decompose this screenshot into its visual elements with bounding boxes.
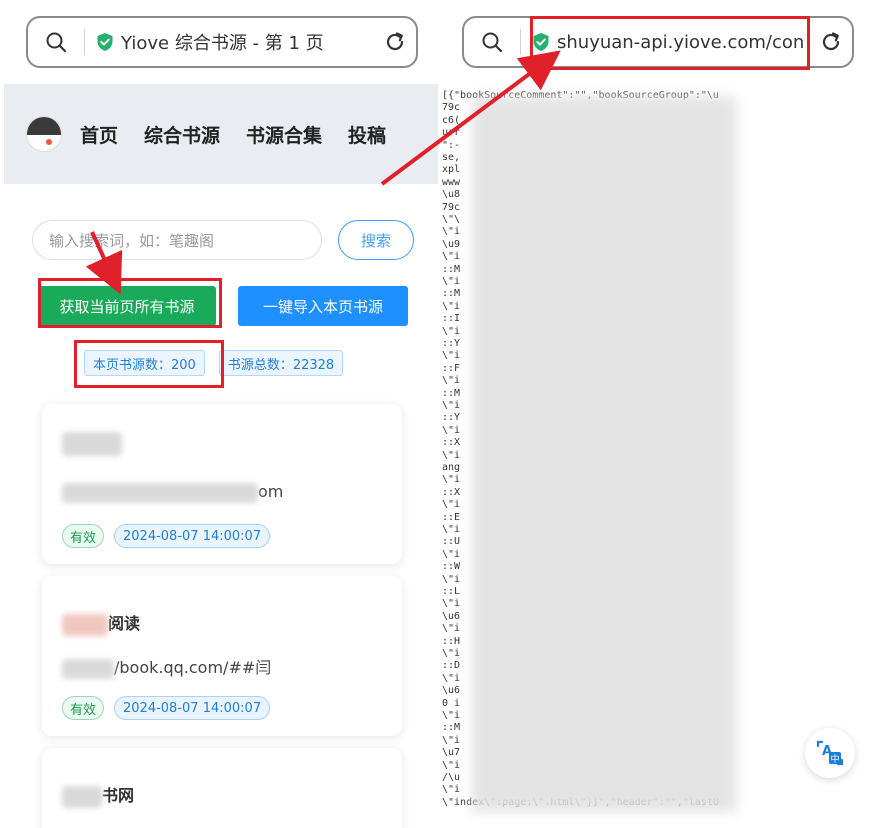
arrow-to-url — [380, 50, 561, 186]
annotation-arrows — [85, 50, 561, 295]
arrow-to-button — [85, 231, 123, 295]
